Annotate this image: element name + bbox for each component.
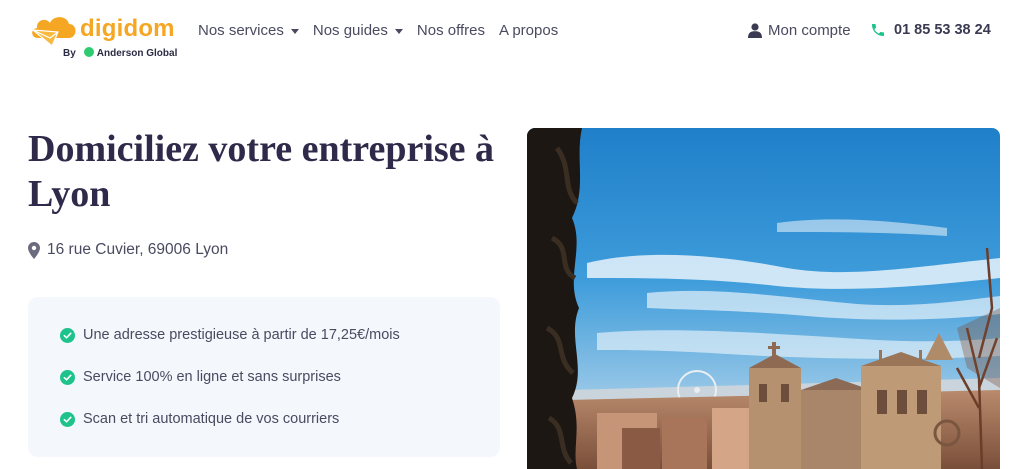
lyon-skyline-illustration: [527, 128, 1000, 469]
check-circle-icon: [60, 411, 75, 427]
phone-number: 01 85 53 38 24: [894, 22, 991, 38]
features-card: Une adresse prestigieuse à partir de 17,…: [28, 297, 500, 457]
check-circle-icon: [60, 369, 75, 385]
feature-item: Une adresse prestigieuse à partir de 17,…: [60, 327, 400, 343]
feature-text: Une adresse prestigieuse à partir de 17,…: [83, 327, 400, 343]
phone-icon: [872, 24, 884, 36]
account-link[interactable]: Mon compte: [748, 22, 851, 39]
lyon-city-photo: [527, 128, 1000, 469]
feature-text: Scan et tri automatique de vos courriers: [83, 411, 340, 427]
digidom-logo[interactable]: digidom By Anderson Global: [28, 10, 188, 62]
envelope-cloud-logo-icon: [31, 17, 76, 47]
feature-item: Service 100% en ligne et sans surprises: [60, 369, 341, 385]
nav-apropos-label: A propos: [499, 22, 559, 39]
check-circle-icon: [60, 327, 75, 343]
nav-apropos[interactable]: A propos: [499, 22, 558, 39]
page-title-line2: Lyon: [28, 173, 111, 215]
address-text: 16 rue Cuvier, 69006 Lyon: [47, 241, 229, 258]
feature-item: Scan et tri automatique de vos courriers: [60, 411, 339, 427]
nav-services-label: Nos services: [198, 22, 284, 39]
main-nav: Nos services Nos guides Nos offres A pro…: [198, 22, 572, 39]
user-icon: [748, 23, 762, 38]
partner-logo-icon: [83, 47, 94, 57]
nav-offres-label: Nos offres: [416, 22, 485, 39]
account-label: Mon compte: [768, 22, 851, 39]
page-title-line1: Domiciliez votre entreprise à: [28, 128, 495, 170]
map-pin-icon: [28, 241, 40, 259]
nav-guides-label: Nos guides: [312, 22, 388, 39]
byline-by: By: [63, 48, 76, 59]
feature-text: Service 100% en ligne et sans surprises: [83, 369, 341, 385]
chevron-down-icon: [290, 28, 299, 34]
brand-byline: By Anderson Global: [63, 47, 177, 59]
nav-offres[interactable]: Nos offres: [417, 22, 485, 39]
chevron-down-icon: [394, 28, 403, 34]
nav-services[interactable]: Nos services: [198, 22, 299, 39]
phone-link[interactable]: 01 85 53 38 24: [870, 22, 991, 38]
byline-partner: Anderson Global: [96, 48, 178, 59]
site-header: digidom By Anderson Global Nos services N…: [0, 0, 1024, 64]
nav-guides[interactable]: Nos guides: [313, 22, 403, 39]
address: 16 rue Cuvier, 69006 Lyon: [28, 241, 228, 259]
page-title: Domiciliez votre entreprise à Lyon: [28, 127, 518, 217]
brand-name: digidom: [80, 15, 175, 42]
